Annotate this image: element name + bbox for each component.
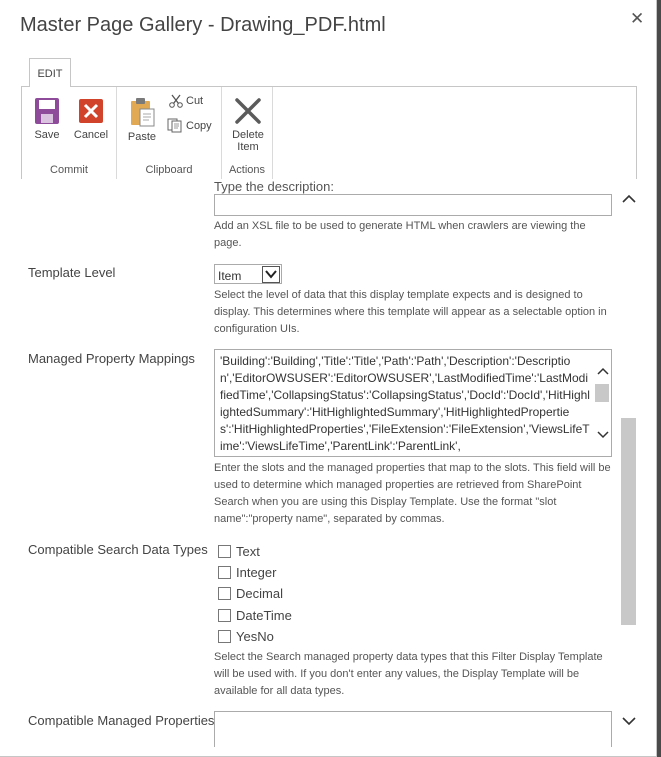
compatible-managed-properties-label: Compatible Managed Properties	[28, 713, 215, 728]
ribbon-group-commit: Save Cancel Commit	[22, 87, 117, 179]
paste-icon	[131, 98, 155, 127]
managed-property-mappings-help: Enter the slots and the managed properti…	[214, 462, 611, 525]
checkbox-label: Decimal	[236, 586, 283, 601]
compatible-search-data-types-label: Compatible Search Data Types	[28, 542, 208, 557]
cancel-label: Cancel	[73, 129, 109, 141]
cut-button[interactable]: Cut	[169, 94, 203, 108]
ribbon-group-actions: Delete Item Actions	[222, 87, 273, 179]
template-level-help: Select the level of data that this displ…	[214, 289, 607, 335]
tab-connector	[30, 85, 70, 88]
checkbox-label: DateTime	[236, 608, 292, 623]
managed-property-mappings-label: Managed Property Mappings	[28, 351, 195, 366]
save-label: Save	[34, 129, 60, 141]
checkbox-label: Integer	[236, 565, 277, 580]
copy-button[interactable]: Copy	[167, 118, 212, 133]
ribbon-group-clipboard: Paste Cut Copy Clipboard	[117, 87, 222, 179]
dialog: Master Page Gallery - Drawing_PDF.html ✕…	[0, 0, 657, 757]
checkbox-box[interactable]	[218, 630, 231, 643]
actions-group-label: Actions	[228, 164, 266, 176]
template-level-select[interactable]: Item	[214, 264, 282, 284]
checkbox-box[interactable]	[218, 609, 231, 622]
template-level-value: Item	[218, 269, 242, 283]
compatible-managed-properties-input[interactable]	[214, 711, 612, 747]
checkbox-box[interactable]	[218, 587, 231, 600]
copy-label: Copy	[186, 119, 212, 132]
checkbox-text[interactable]: Text	[218, 544, 260, 559]
description-placeholder: Type the description:	[214, 179, 334, 194]
chevron-down-icon[interactable]	[262, 266, 280, 283]
description-help: Add an XSL file to be used to generate H…	[214, 220, 586, 249]
cancel-icon	[79, 99, 103, 123]
checkbox-box[interactable]	[218, 566, 231, 579]
description-input[interactable]	[214, 194, 612, 216]
scroll-up-icon[interactable]	[594, 364, 611, 380]
delete-label-line1: Delete	[232, 129, 264, 141]
close-icon[interactable]: ✕	[630, 9, 644, 29]
clipboard-group-label: Clipboard	[145, 164, 193, 176]
scroll-down-icon[interactable]	[621, 715, 636, 730]
cancel-button[interactable]: Cancel	[72, 97, 110, 141]
checkbox-label: Text	[236, 544, 260, 559]
tab-edit[interactable]: EDIT	[29, 58, 71, 87]
main-scrollbar[interactable]	[621, 185, 636, 745]
scroll-down-icon[interactable]	[594, 428, 611, 444]
save-button[interactable]: Save	[30, 97, 64, 141]
managed-property-mappings-value: 'Building':'Building','Title':'Title','P…	[220, 354, 590, 453]
delete-item-button[interactable]: Delete Item	[228, 97, 268, 153]
checkbox-datetime[interactable]: DateTime	[218, 608, 292, 623]
scroll-up-icon[interactable]	[621, 193, 636, 208]
ribbon: Save Cancel Commit Paste Cut Copy Clipbo…	[21, 86, 637, 179]
cut-label: Cut	[186, 95, 204, 107]
textarea-scroll-thumb[interactable]	[595, 384, 609, 402]
template-level-label: Template Level	[28, 265, 116, 280]
commit-group-label: Commit	[50, 164, 88, 176]
paste-button[interactable]: Paste	[125, 97, 159, 143]
delete-label-line2: Item	[237, 141, 259, 153]
compatible-search-data-types-help: Select the Search managed property data …	[214, 651, 603, 697]
managed-property-mappings-textarea[interactable]: 'Building':'Building','Title':'Title','P…	[214, 349, 612, 457]
checkbox-label: YesNo	[236, 629, 274, 644]
textarea-scrollbar[interactable]	[594, 350, 611, 456]
checkbox-box[interactable]	[218, 545, 231, 558]
main-scroll-thumb[interactable]	[621, 418, 636, 625]
checkbox-yesno[interactable]: YesNo	[218, 629, 274, 644]
save-icon	[35, 98, 59, 124]
checkbox-integer[interactable]: Integer	[218, 565, 276, 580]
scissors-icon	[169, 94, 183, 108]
delete-icon	[235, 98, 261, 124]
copy-icon	[167, 118, 182, 133]
paste-label: Paste	[127, 131, 157, 143]
window-edge	[657, 0, 661, 757]
checkbox-decimal[interactable]: Decimal	[218, 586, 283, 601]
dialog-title: Master Page Gallery - Drawing_PDF.html	[20, 14, 386, 36]
